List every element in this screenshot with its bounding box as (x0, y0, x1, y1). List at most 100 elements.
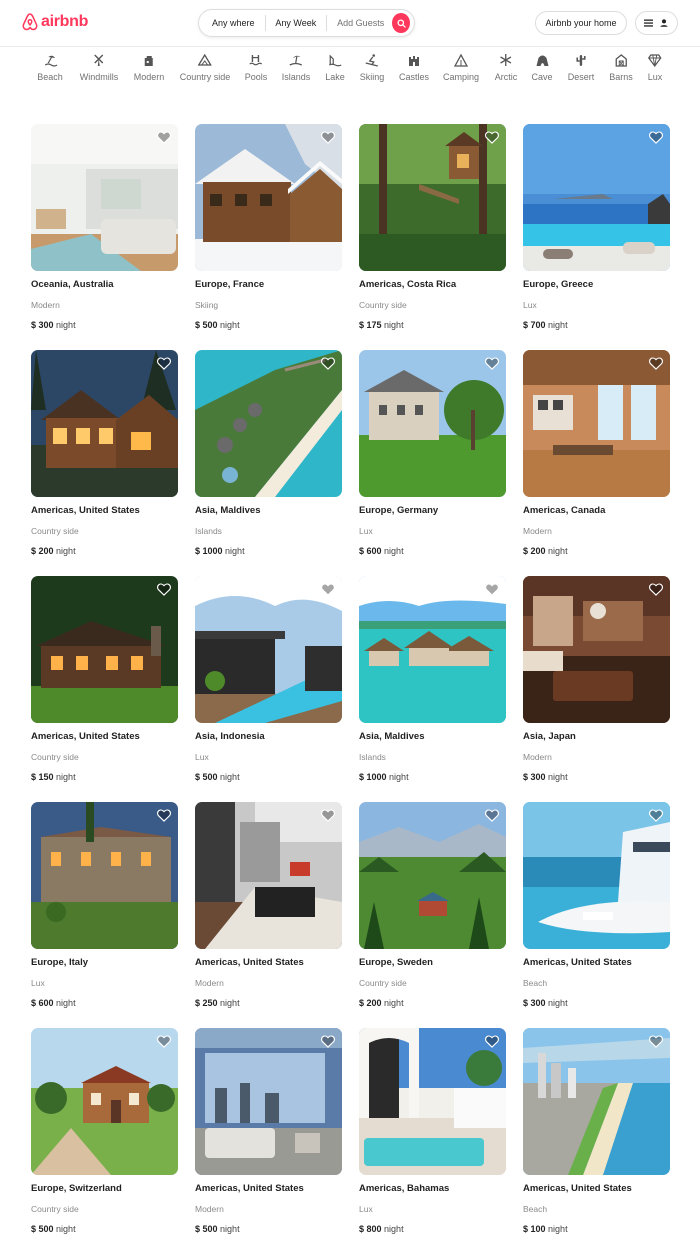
listing-photo[interactable] (31, 576, 178, 723)
listing-price-value: $ 300 (523, 998, 546, 1008)
listing-photo[interactable] (359, 1028, 506, 1175)
snowflake-icon (500, 54, 512, 66)
category-skiing[interactable]: Skiing (360, 53, 384, 82)
heart-icon[interactable] (485, 809, 499, 822)
category-barns[interactable]: Barns (609, 53, 633, 82)
listing-card[interactable]: Americas, Costa Rica Country side $ 175 ni… (359, 124, 506, 330)
listing-card[interactable]: Europe, Greece Lux $ 700 night (523, 124, 670, 330)
heart-icon[interactable] (649, 583, 663, 596)
search-guests[interactable]: Add Guests (327, 18, 392, 28)
heart-icon[interactable] (157, 131, 171, 144)
listing-photo[interactable] (195, 1028, 342, 1175)
category-camping[interactable]: Camping (443, 53, 479, 82)
listing-photo[interactable] (195, 350, 342, 497)
heart-icon[interactable] (485, 583, 499, 596)
listing-photo[interactable] (195, 576, 342, 723)
listing-photo[interactable] (31, 350, 178, 497)
listing-photo[interactable] (31, 802, 178, 949)
heart-icon[interactable] (649, 809, 663, 822)
airbnb-your-home-button[interactable]: Airbnb your home (535, 11, 627, 35)
category-castles[interactable]: Castles (399, 53, 429, 82)
listing-card[interactable]: Europe, France Skiing $ 500 night (195, 124, 342, 330)
menu-icon (643, 19, 653, 27)
category-arctic[interactable]: Arctic (495, 53, 517, 82)
category-modern[interactable]: Modern (134, 53, 164, 82)
listing-card[interactable]: Europe, Italy Lux $ 600 night (31, 802, 178, 1008)
heart-icon[interactable] (321, 357, 335, 370)
search-where[interactable]: Any where (199, 18, 265, 28)
heart-icon[interactable] (157, 809, 171, 822)
listing-card[interactable]: Europe, Germany Lux $ 600 night (359, 350, 506, 556)
listing-card[interactable]: Asia, Japan Modern $ 300 night (523, 576, 670, 782)
listing-photo[interactable] (31, 124, 178, 271)
listing-photo[interactable] (523, 1028, 670, 1175)
search-bar[interactable]: Any where Any Week Add Guests (198, 9, 415, 37)
heart-icon[interactable] (321, 1035, 335, 1048)
heart-icon[interactable] (485, 1035, 499, 1048)
listing-photo[interactable] (31, 1028, 178, 1175)
listing-card[interactable]: Asia, Maldives Islands $ 1000 night (195, 350, 342, 556)
listing-photo[interactable] (359, 350, 506, 497)
listing-card[interactable]: Americas, United States Country side $ 150… (31, 576, 178, 782)
category-cave[interactable]: Cave (531, 53, 553, 82)
listing-photo[interactable] (195, 802, 342, 949)
category-pools[interactable]: Pools (245, 53, 267, 82)
listing-card[interactable]: Americas, United States Modern $ 250 night (195, 802, 342, 1008)
listing-price-value: $ 150 (31, 772, 54, 782)
listing-image (195, 576, 342, 723)
listing-card[interactable]: Americas, United States Beach $ 300 night (523, 802, 670, 1008)
heart-icon[interactable] (649, 1035, 663, 1048)
listing-card[interactable]: Americas, Bahamas Lux $ 800 night (359, 1028, 506, 1234)
heart-icon[interactable] (485, 131, 499, 144)
listing-photo[interactable] (359, 576, 506, 723)
listing-card[interactable]: Europe, Sweden Country side $ 200 night (359, 802, 506, 1008)
listing-price-unit: night (56, 1224, 76, 1234)
user-menu-button[interactable] (635, 11, 678, 35)
heart-icon[interactable] (485, 357, 499, 370)
listing-photo[interactable] (523, 350, 670, 497)
listing-card[interactable]: Americas, United States Modern $ 500 night (195, 1028, 342, 1234)
listing-photo[interactable] (195, 124, 342, 271)
heart-icon[interactable] (157, 357, 171, 370)
category-windmills[interactable]: Windmills (80, 53, 118, 82)
listing-photo[interactable] (523, 802, 670, 949)
category-lake[interactable]: Lake (325, 53, 345, 82)
heart-icon[interactable] (321, 131, 335, 144)
listing-photo[interactable] (359, 802, 506, 949)
listing-price: $ 100 night (523, 1224, 568, 1234)
listing-card[interactable]: Americas, United States Country side $ 200… (31, 350, 178, 556)
category-country-side[interactable]: Country side (179, 53, 231, 82)
category-label: Country side (179, 72, 231, 82)
search-week[interactable]: Any Week (265, 18, 326, 28)
heart-icon[interactable] (649, 357, 663, 370)
listing-location: Americas, United States (31, 505, 140, 516)
listing-category: Beach (523, 978, 548, 988)
listing-card[interactable]: Europe, Switzerland Country side $ 500 nig… (31, 1028, 178, 1234)
listing-card[interactable]: Americas, United States Beach $ 100 night (523, 1028, 670, 1234)
category-beach[interactable]: Beach (37, 53, 63, 82)
listing-photo[interactable] (523, 124, 670, 271)
listing-photo[interactable] (523, 576, 670, 723)
listing-card[interactable]: Asia, Indonesia Lux $ 500 night (195, 576, 342, 782)
listing-card[interactable]: Americas, Canada Modern $ 200 night (523, 350, 670, 556)
listing-card[interactable]: Asia, Maldives Islands $ 1000 night (359, 576, 506, 782)
listing-category: Modern (523, 752, 552, 762)
listing-image (31, 350, 178, 497)
category-desert[interactable]: Desert (568, 53, 594, 82)
category-islands[interactable]: Islands (282, 53, 310, 82)
listing-photo[interactable] (359, 124, 506, 271)
heart-icon[interactable] (157, 583, 171, 596)
listing-location: Europe, Italy (31, 957, 89, 968)
listing-price-unit: night (548, 998, 568, 1008)
heart-icon[interactable] (649, 131, 663, 144)
heart-icon[interactable] (321, 809, 335, 822)
search-button[interactable] (392, 13, 410, 33)
listing-image (523, 576, 670, 723)
listing-card[interactable]: Oceania, Australia Modern $ 300 night (31, 124, 178, 330)
heart-icon[interactable] (157, 1035, 171, 1048)
category-lux[interactable]: Lux (648, 53, 662, 82)
listing-location: Americas, Canada (523, 505, 606, 516)
heart-icon[interactable] (321, 583, 335, 596)
airbnb-logo[interactable]: airbnb (22, 13, 88, 31)
listing-location: Oceania, Australia (31, 279, 114, 290)
